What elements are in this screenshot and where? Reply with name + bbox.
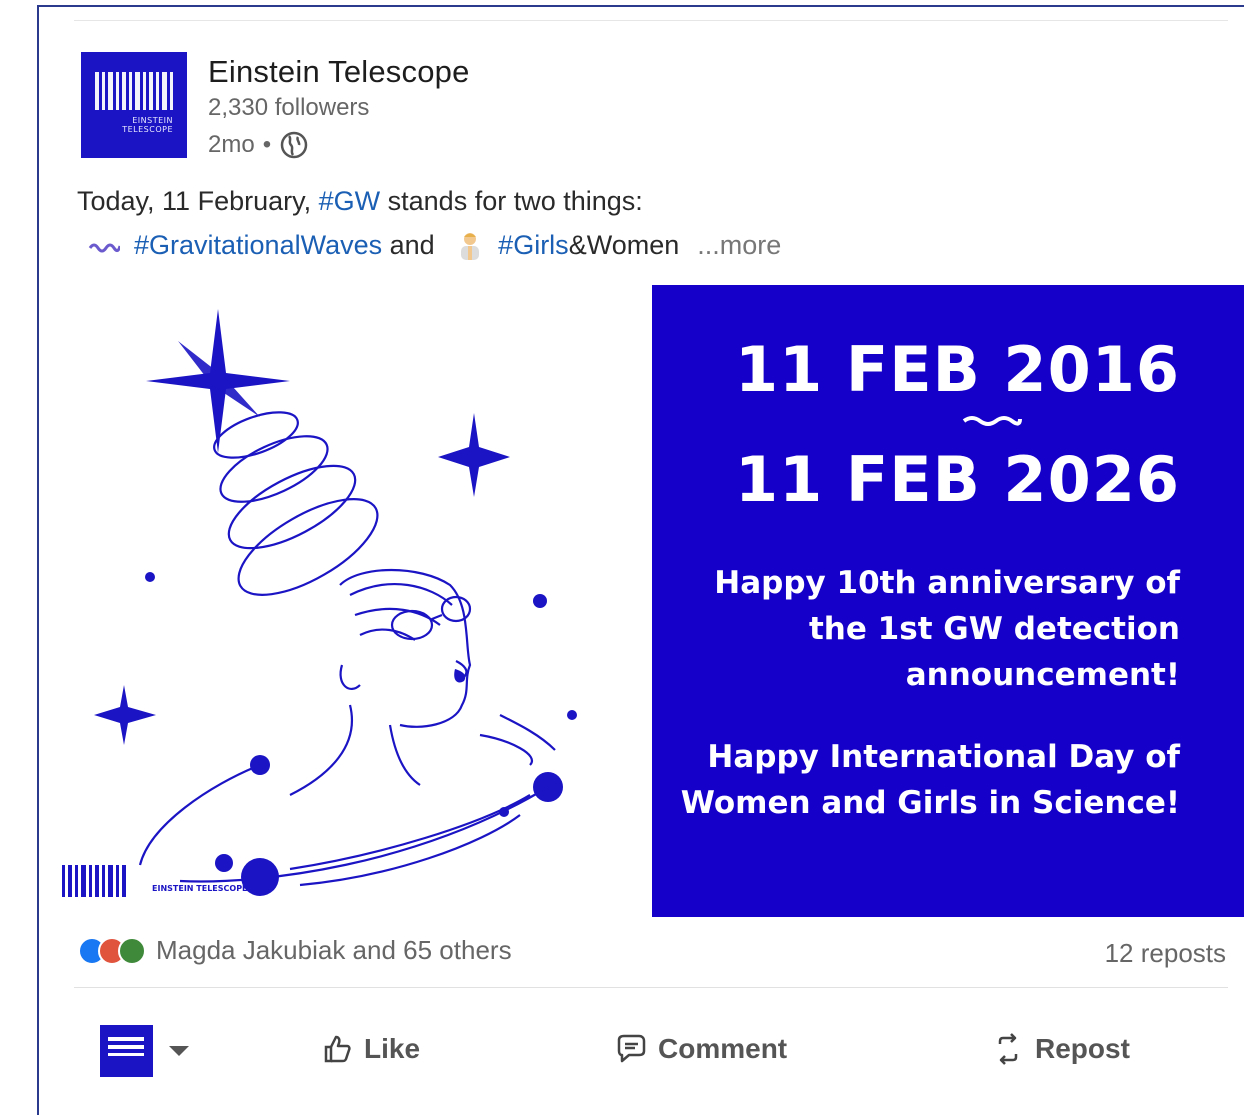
tilde-divider: [962, 416, 1022, 426]
hashtag-gravitational-waves[interactable]: #GravitationalWaves: [134, 230, 382, 261]
reactions-summary[interactable]: Magda Jakubiak and 65 others: [78, 935, 512, 966]
date-to: 11 FEB 2026: [735, 443, 1180, 516]
top-divider: [74, 20, 1228, 21]
post-meta: 2mo •: [208, 130, 309, 160]
like-label: Like: [364, 1033, 421, 1064]
repost-button[interactable]: Repost: [991, 1032, 1130, 1066]
comment-button[interactable]: Comment: [614, 1032, 787, 1066]
text-and: and: [382, 230, 443, 260]
actor-switcher[interactable]: [100, 1025, 189, 1077]
star-icon: [94, 685, 156, 745]
text-today: Today, 11 February,: [77, 186, 319, 216]
international-day-text: Happy International Day of Women and Gir…: [680, 739, 1180, 821]
illustration-caption: EINSTEIN TELESCOPE: [152, 884, 248, 893]
like-button[interactable]: Like: [320, 1032, 420, 1066]
wave-icon: [88, 243, 120, 252]
comment-icon: [617, 1034, 646, 1063]
star-icon: [438, 413, 510, 497]
post-age: 2mo: [208, 131, 255, 158]
reactions-text[interactable]: Magda Jakubiak and 65 others: [156, 935, 512, 966]
follower-count: 2,330 followers: [208, 94, 370, 121]
logo-caption: EINSTEIN TELESCOPE: [122, 116, 173, 134]
text-stands-for: stands for two things:: [380, 186, 643, 216]
post-text-line2: #GravitationalWaves and #Girls &Women ...…: [88, 230, 781, 261]
author-name[interactable]: Einstein Telescope: [208, 54, 470, 90]
anniversary-text: Happy 10th anniversary of the 1st GW det…: [714, 565, 1180, 693]
announcement-panel: 11 FEB 2016 11 FEB 2026 Happy 10th anniv…: [652, 285, 1244, 917]
post-image[interactable]: EINSTEIN TELESCOPE 11 FEB 2016 11 FEB 20…: [60, 285, 1244, 917]
chevron-down-icon: [169, 1046, 189, 1056]
globe-icon: [280, 131, 308, 159]
see-more-link[interactable]: ...more: [697, 230, 781, 261]
repost-icon: [998, 1033, 1018, 1065]
comment-label: Comment: [658, 1033, 788, 1064]
hashtag-gw[interactable]: #GW: [319, 186, 381, 216]
actor-avatar: [100, 1025, 153, 1077]
repost-label: Repost: [1035, 1033, 1130, 1064]
company-logo[interactable]: EINSTEIN TELESCOPE: [81, 52, 187, 158]
text-women: &Women: [568, 230, 680, 260]
repost-count[interactable]: 12 reposts: [1105, 938, 1226, 969]
woman-illustration: EINSTEIN TELESCOPE: [60, 285, 652, 917]
meta-separator: •: [262, 131, 272, 158]
logo-mark: [95, 72, 173, 110]
illustration-drawing: EINSTEIN TELESCOPE: [62, 309, 577, 897]
thumbs-up-icon: [324, 1035, 351, 1063]
insightful-reaction-icon: [118, 936, 146, 965]
hashtag-girls[interactable]: #Girls: [498, 230, 569, 261]
date-from: 11 FEB 2016: [735, 333, 1180, 406]
actions-divider: [74, 987, 1228, 988]
woman-scientist-icon: [461, 232, 480, 260]
post-text-line1: Today, 11 February, #GW stands for two t…: [77, 186, 643, 217]
